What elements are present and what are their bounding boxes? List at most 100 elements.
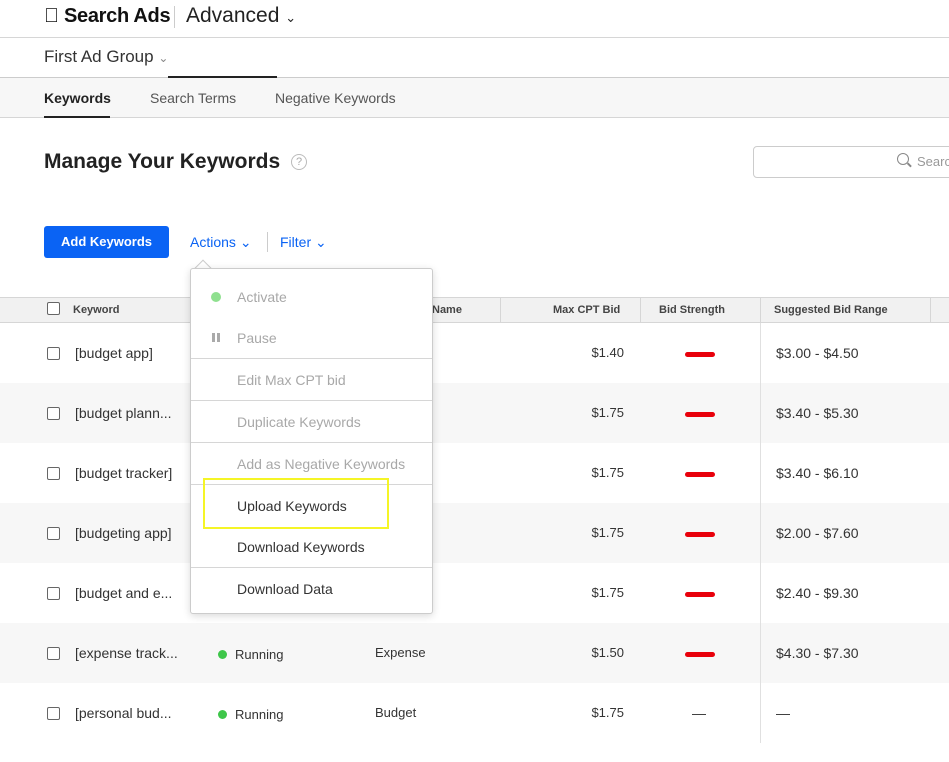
- status-cell: Running: [235, 707, 284, 722]
- bid-cell[interactable]: $1.75: [591, 525, 624, 540]
- filter-dropdown[interactable]: Filter ⌄: [280, 234, 327, 251]
- brand-logo[interactable]:  Search Ads: [44, 5, 171, 28]
- row-checkbox[interactable]: [47, 587, 60, 600]
- bid-strength-weak-bar: [685, 592, 715, 597]
- menu-divider: [191, 400, 432, 401]
- bid-cell[interactable]: $1.75: [591, 705, 624, 720]
- activate-dot-icon: [211, 292, 221, 302]
- page-title: Manage Your Keywords: [44, 150, 281, 173]
- column-divider: [760, 503, 761, 563]
- suggested-range-cell: $2.40 - $9.30: [776, 585, 859, 601]
- bid-cell[interactable]: $1.50: [591, 645, 624, 660]
- suggested-range-cell: $2.00 - $7.60: [776, 525, 859, 541]
- menu-item-activate[interactable]: Activate: [237, 289, 287, 305]
- menu-item-download-data[interactable]: Download Data: [237, 581, 333, 597]
- keyword-cell[interactable]: [budgeting app]: [75, 525, 172, 541]
- bid-cell[interactable]: $1.40: [591, 345, 624, 360]
- chevron-down-icon: ⌄: [285, 10, 297, 25]
- bid-strength-weak-bar: [685, 652, 715, 657]
- suggested-range-cell: $3.40 - $6.10: [776, 465, 859, 481]
- apple-icon: : [44, 5, 64, 27]
- keyword-cell[interactable]: [budget and e...: [75, 585, 172, 601]
- tab-negative-keywords[interactable]: Negative Keywords: [275, 90, 396, 106]
- tab-bar: Keywords Search Terms Negative Keywords: [0, 78, 949, 118]
- tab-search-terms[interactable]: Search Terms: [150, 90, 236, 106]
- col-suggested-bid-range[interactable]: Suggested Bid Range: [774, 304, 888, 316]
- table-row[interactable]: [budget and e... $1.75 $2.40 - $9.30: [0, 563, 949, 623]
- menu-item-pause[interactable]: Pause: [237, 330, 277, 346]
- mode-selector[interactable]: Advanced ⌄: [186, 4, 296, 28]
- menu-divider: [191, 567, 432, 568]
- menu-item-edit-bid[interactable]: Edit Max CPT bid: [237, 372, 346, 388]
- row-checkbox[interactable]: [47, 347, 60, 360]
- bid-strength-cell: —: [692, 705, 706, 721]
- bid-cell[interactable]: $1.75: [591, 465, 624, 480]
- status-cell: Running: [235, 647, 284, 662]
- menu-divider: [191, 358, 432, 359]
- select-all-checkbox[interactable]: [47, 302, 60, 315]
- status-running-icon: [218, 650, 227, 659]
- suggested-range-cell: $4.30 - $7.30: [776, 645, 859, 661]
- keyword-cell[interactable]: [budget app]: [75, 345, 153, 361]
- col-max-cpt-bid[interactable]: Max CPT Bid: [553, 304, 620, 316]
- table-row[interactable]: [budget tracker] $1.75 $3.40 - $6.10: [0, 443, 949, 503]
- row-checkbox[interactable]: [47, 467, 60, 480]
- adgroup-cell: Expense: [375, 645, 426, 660]
- pause-icon: [212, 333, 215, 342]
- menu-divider: [191, 442, 432, 443]
- row-checkbox[interactable]: [47, 407, 60, 420]
- keyword-cell[interactable]: [budget tracker]: [75, 465, 172, 481]
- column-divider: [760, 298, 761, 322]
- suggested-range-cell: —: [776, 705, 790, 721]
- chevron-down-icon: ⌄: [158, 51, 169, 65]
- tab-keywords[interactable]: Keywords: [44, 90, 111, 106]
- search-icon: [897, 153, 909, 165]
- column-divider: [760, 323, 761, 383]
- help-icon[interactable]: ?: [291, 154, 307, 170]
- table-row[interactable]: [budget plann... $1.75 $3.40 - $5.30: [0, 383, 949, 443]
- search-placeholder: Search: [917, 154, 949, 169]
- col-keyword[interactable]: Keyword: [73, 304, 119, 316]
- add-keywords-button[interactable]: Add Keywords: [44, 226, 169, 258]
- divider: [267, 232, 268, 252]
- divider: [174, 6, 175, 28]
- table-row[interactable]: [personal bud... Running Budget $1.75 — —: [0, 683, 949, 743]
- adgroup-cell: Budget: [375, 705, 417, 720]
- chevron-down-icon: ⌄: [315, 234, 327, 250]
- pause-icon-bar: [217, 333, 220, 342]
- column-divider: [760, 443, 761, 503]
- column-divider: [760, 563, 761, 623]
- column-divider: [760, 623, 761, 683]
- actions-menu: Activate Pause Edit Max CPT bid Duplicat…: [190, 268, 433, 614]
- active-tab-indicator: [44, 116, 110, 118]
- suggested-range-cell: $3.00 - $4.50: [776, 345, 859, 361]
- table-row[interactable]: [expense track... Running Expense $1.50 $4.3…: [0, 623, 949, 683]
- column-divider: [760, 683, 761, 743]
- table-header: Keyword Name Max CPT Bid Bid Strength Su…: [0, 297, 949, 323]
- keyword-cell[interactable]: [expense track...: [75, 645, 178, 661]
- bid-strength-weak-bar: [685, 472, 715, 477]
- chevron-down-icon: ⌄: [239, 234, 252, 250]
- keyword-cell[interactable]: [budget plann...: [75, 405, 172, 421]
- adgroup-selector[interactable]: First Ad Group ⌄: [44, 47, 168, 67]
- menu-item-download-keywords[interactable]: Download Keywords: [237, 539, 365, 555]
- column-divider: [930, 298, 931, 322]
- col-bid-strength[interactable]: Bid Strength: [659, 304, 725, 316]
- table-row[interactable]: [budgeting app] $1.75 $2.00 - $7.60: [0, 503, 949, 563]
- row-checkbox[interactable]: [47, 707, 60, 720]
- table-row[interactable]: [budget app] $1.40 $3.00 - $4.50: [0, 323, 949, 383]
- column-divider: [640, 298, 641, 322]
- row-checkbox[interactable]: [47, 527, 60, 540]
- row-checkbox[interactable]: [47, 647, 60, 660]
- suggested-range-cell: $3.40 - $5.30: [776, 405, 859, 421]
- actions-dropdown[interactable]: Actions ⌄: [190, 234, 252, 251]
- menu-item-add-negative[interactable]: Add as Negative Keywords: [237, 456, 405, 472]
- column-divider: [760, 383, 761, 443]
- column-divider: [500, 298, 501, 322]
- col-adgroup-name[interactable]: Name: [432, 304, 462, 316]
- menu-item-duplicate[interactable]: Duplicate Keywords: [237, 414, 361, 430]
- bid-cell[interactable]: $1.75: [591, 405, 624, 420]
- bid-cell[interactable]: $1.75: [591, 585, 624, 600]
- bid-strength-weak-bar: [685, 412, 715, 417]
- keyword-cell[interactable]: [personal bud...: [75, 705, 172, 721]
